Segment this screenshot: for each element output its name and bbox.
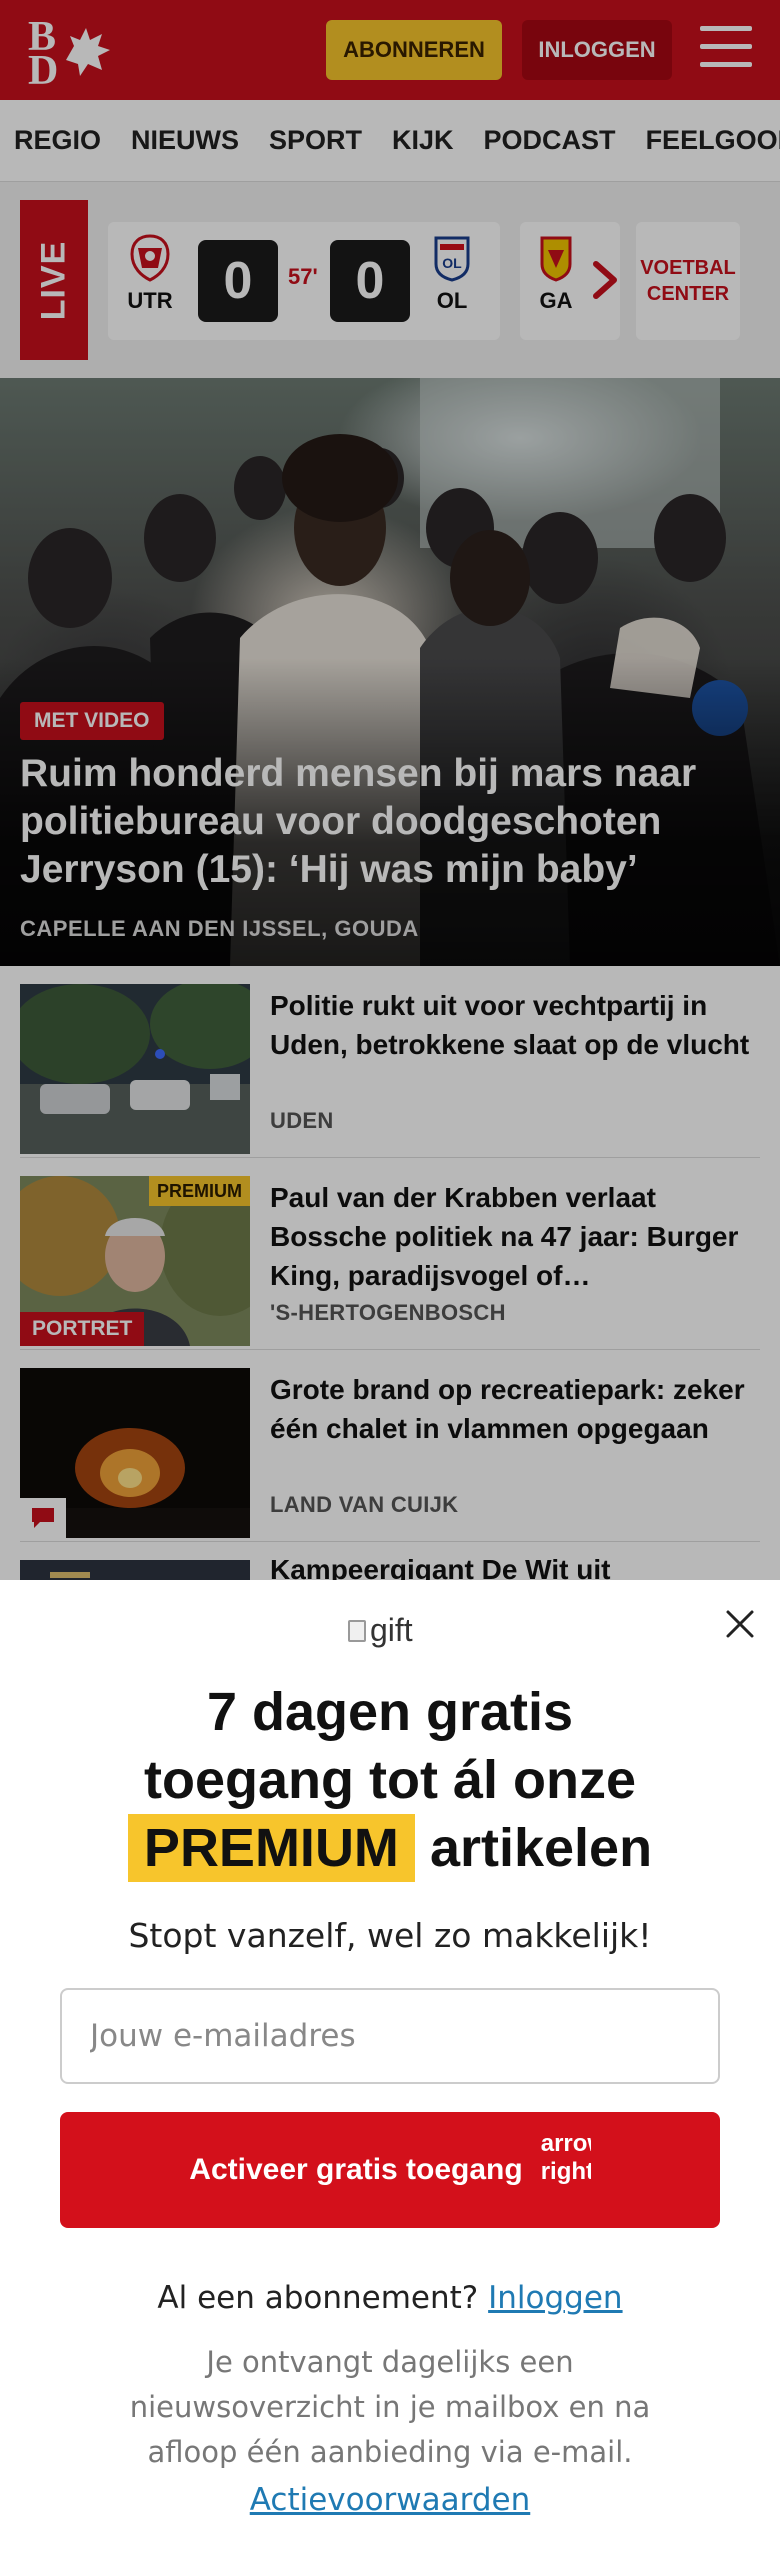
premium-trial-modal: gift 7 dagen gratis toegang tot ál onze … <box>0 1580 780 2560</box>
headline-line-2: toegang tot ál onze <box>144 1750 636 1810</box>
headline-line-3: PREMIUM artikelen <box>40 1814 740 1882</box>
activate-button[interactable]: Activeer gratis toegang arrow right <box>60 2112 720 2228</box>
activate-button-label: Activeer gratis toegang <box>189 2153 523 2186</box>
broken-image-icon <box>348 1619 366 1642</box>
modal-headline: 7 dagen gratis toegang tot ál onze PREMI… <box>40 1678 740 1882</box>
already-subscribed-text: Al een abonnement? <box>157 2280 479 2316</box>
headline-line-3-text: artikelen <box>429 1818 653 1878</box>
close-icon[interactable] <box>722 1606 758 1642</box>
terms-link[interactable]: Actievoorwaarden <box>40 2482 740 2518</box>
email-field[interactable] <box>60 1988 720 2084</box>
modal-subtitle: Stopt vanzelf, wel zo makkelijk! <box>128 1916 652 1955</box>
arrow-right-icon: arrow right <box>540 2130 591 2185</box>
login-link[interactable]: Inloggen <box>488 2280 622 2316</box>
info-text: Je ontvangt dagelijks een nieuwsoverzich… <box>129 2345 651 2469</box>
already-subscribed: Al een abonnement? Inloggen <box>40 2280 740 2316</box>
premium-highlight: PREMIUM <box>127 1814 415 1882</box>
modal-backdrop[interactable] <box>0 0 780 1580</box>
gift-alt-text: gift <box>370 1612 413 1648</box>
headline-line-1: 7 dagen gratis <box>206 1682 574 1742</box>
gift-image: gift <box>348 1612 413 1649</box>
